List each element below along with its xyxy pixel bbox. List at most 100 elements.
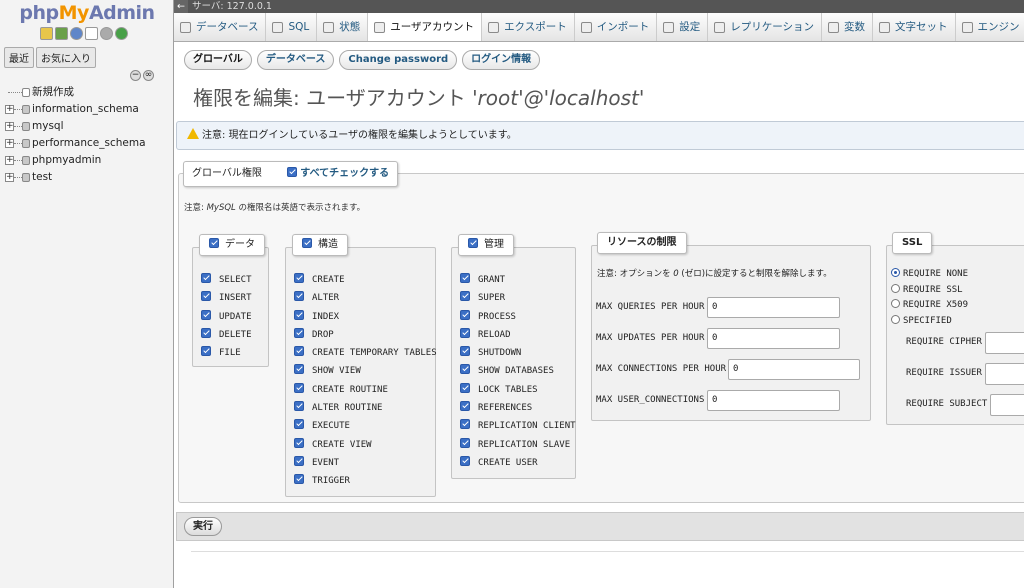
tab-status[interactable]: 状態	[317, 13, 369, 41]
subtab-login-info[interactable]: ログイン情報	[462, 50, 541, 70]
phpmyadmin-logo[interactable]: phpMyAdmin	[0, 2, 174, 24]
subtab-database[interactable]: データベース	[256, 50, 335, 70]
subtab-global[interactable]: グローバル	[184, 50, 252, 70]
checkbox[interactable]	[460, 273, 470, 283]
privilege-delete[interactable]: DELETE	[201, 326, 252, 344]
privilege-create-routine[interactable]: CREATE ROUTINE	[294, 381, 437, 399]
expand-icon[interactable]: +	[5, 173, 14, 182]
checkbox[interactable]	[460, 309, 470, 320]
radio-button[interactable]	[891, 315, 900, 324]
checkbox[interactable]	[294, 382, 304, 393]
privilege-show-view[interactable]: SHOW VIEW	[294, 362, 437, 380]
checkbox[interactable]	[460, 419, 470, 430]
privilege-create-view[interactable]: CREATE VIEW	[294, 436, 437, 454]
tree-item-new[interactable]: 新規作成	[0, 84, 174, 101]
checkbox[interactable]	[294, 346, 304, 357]
privilege-references[interactable]: REFERENCES	[460, 399, 576, 417]
checkbox[interactable]	[201, 309, 211, 320]
tab-replication[interactable]: レプリケーション	[708, 13, 823, 41]
check-all-checkbox[interactable]	[287, 167, 298, 177]
max-user-connections-input[interactable]: 0	[707, 390, 840, 411]
data-group-checkbox[interactable]	[209, 238, 219, 248]
require-cipher-input[interactable]	[985, 332, 1024, 354]
privilege-show-databases[interactable]: SHOW DATABASES	[460, 362, 576, 380]
privilege-drop[interactable]: DROP	[294, 326, 437, 344]
docs-icon[interactable]	[85, 27, 98, 40]
ssl-option-require-x509[interactable]: REQUIRE X509	[891, 299, 968, 310]
checkbox[interactable]	[294, 401, 304, 412]
privilege-process[interactable]: PROCESS	[460, 308, 576, 326]
checkbox[interactable]	[460, 437, 470, 448]
expand-icon[interactable]: +	[5, 156, 14, 165]
tab-variables[interactable]: 変数	[822, 13, 874, 41]
tab-charsets[interactable]: 文字セット	[873, 13, 956, 41]
ssl-option-require-none[interactable]: REQUIRE NONE	[891, 268, 968, 279]
tree-item-phpmyadmin[interactable]: + phpmyadmin	[0, 152, 174, 169]
checkbox[interactable]	[294, 309, 304, 320]
privilege-update[interactable]: UPDATE	[201, 308, 252, 326]
checkbox[interactable]	[201, 291, 211, 302]
privilege-event[interactable]: EVENT	[294, 454, 437, 472]
checkbox[interactable]	[294, 419, 304, 430]
checkbox[interactable]	[294, 364, 304, 375]
radio-button[interactable]	[891, 299, 900, 308]
privilege-select[interactable]: SELECT	[201, 271, 252, 289]
collapse-all-icon[interactable]: −	[130, 70, 141, 81]
checkbox[interactable]	[460, 291, 470, 302]
checkbox[interactable]	[294, 327, 304, 338]
checkbox[interactable]	[460, 327, 470, 338]
privilege-trigger[interactable]: TRIGGER	[294, 472, 437, 490]
checkbox[interactable]	[460, 455, 470, 466]
tree-item-test[interactable]: + test	[0, 169, 174, 186]
checkbox[interactable]	[201, 327, 211, 338]
require-issuer-input[interactable]	[985, 363, 1024, 385]
tab-settings[interactable]: 設定	[657, 13, 709, 41]
privilege-alter[interactable]: ALTER	[294, 289, 437, 307]
link-icon[interactable]: ∞	[143, 70, 154, 81]
privilege-create-temporary-tables[interactable]: CREATE TEMPORARY TABLES	[294, 344, 437, 362]
require-subject-input[interactable]	[990, 394, 1024, 416]
tree-item-performance-schema[interactable]: + performance_schema	[0, 135, 174, 152]
home-icon[interactable]	[40, 27, 53, 40]
check-all-label[interactable]: すべてチェックする	[300, 168, 389, 179]
max-connections-input[interactable]: 0	[728, 359, 860, 380]
checkbox[interactable]	[294, 474, 304, 485]
tree-item-mysql[interactable]: + mysql	[0, 118, 174, 135]
privilege-grant[interactable]: GRANT	[460, 271, 576, 289]
tab-import[interactable]: インポート	[575, 13, 658, 41]
checkbox[interactable]	[460, 382, 470, 393]
max-queries-input[interactable]: 0	[707, 297, 840, 318]
server-label[interactable]: サーバ: 127.0.0.1	[192, 1, 272, 12]
privilege-execute[interactable]: EXECUTE	[294, 417, 437, 435]
privilege-shutdown[interactable]: SHUTDOWN	[460, 344, 576, 362]
privilege-replication-client[interactable]: REPLICATION CLIENT	[460, 417, 576, 435]
privilege-super[interactable]: SUPER	[460, 289, 576, 307]
structure-group-checkbox[interactable]	[302, 238, 312, 248]
ssl-option-specified[interactable]: SPECIFIED	[891, 315, 952, 326]
tab-engines[interactable]: エンジン	[956, 13, 1024, 41]
privilege-index[interactable]: INDEX	[294, 308, 437, 326]
checkbox[interactable]	[460, 401, 470, 412]
privilege-insert[interactable]: INSERT	[201, 289, 252, 307]
checkbox[interactable]	[294, 455, 304, 466]
go-button[interactable]: 実行	[184, 517, 222, 536]
admin-group-checkbox[interactable]	[468, 238, 478, 248]
privilege-reload[interactable]: RELOAD	[460, 326, 576, 344]
checkbox[interactable]	[201, 273, 211, 283]
radio-button[interactable]	[891, 284, 900, 293]
max-updates-input[interactable]: 0	[707, 328, 840, 349]
settings-icon[interactable]	[100, 27, 113, 40]
expand-icon[interactable]: +	[5, 139, 14, 148]
privilege-file[interactable]: FILE	[201, 344, 252, 362]
expand-icon[interactable]: +	[5, 122, 14, 131]
reload-icon[interactable]	[115, 27, 128, 40]
favorites-tab[interactable]: お気に入り	[36, 47, 96, 68]
checkbox[interactable]	[294, 291, 304, 302]
tree-item-information-schema[interactable]: + information_schema	[0, 101, 174, 118]
expand-icon[interactable]: +	[5, 105, 14, 114]
logout-icon[interactable]	[55, 27, 68, 40]
radio-button[interactable]	[891, 268, 900, 277]
tab-databases[interactable]: データベース	[174, 13, 267, 41]
checkbox[interactable]	[460, 346, 470, 357]
back-arrow-icon[interactable]: ←	[174, 0, 188, 13]
